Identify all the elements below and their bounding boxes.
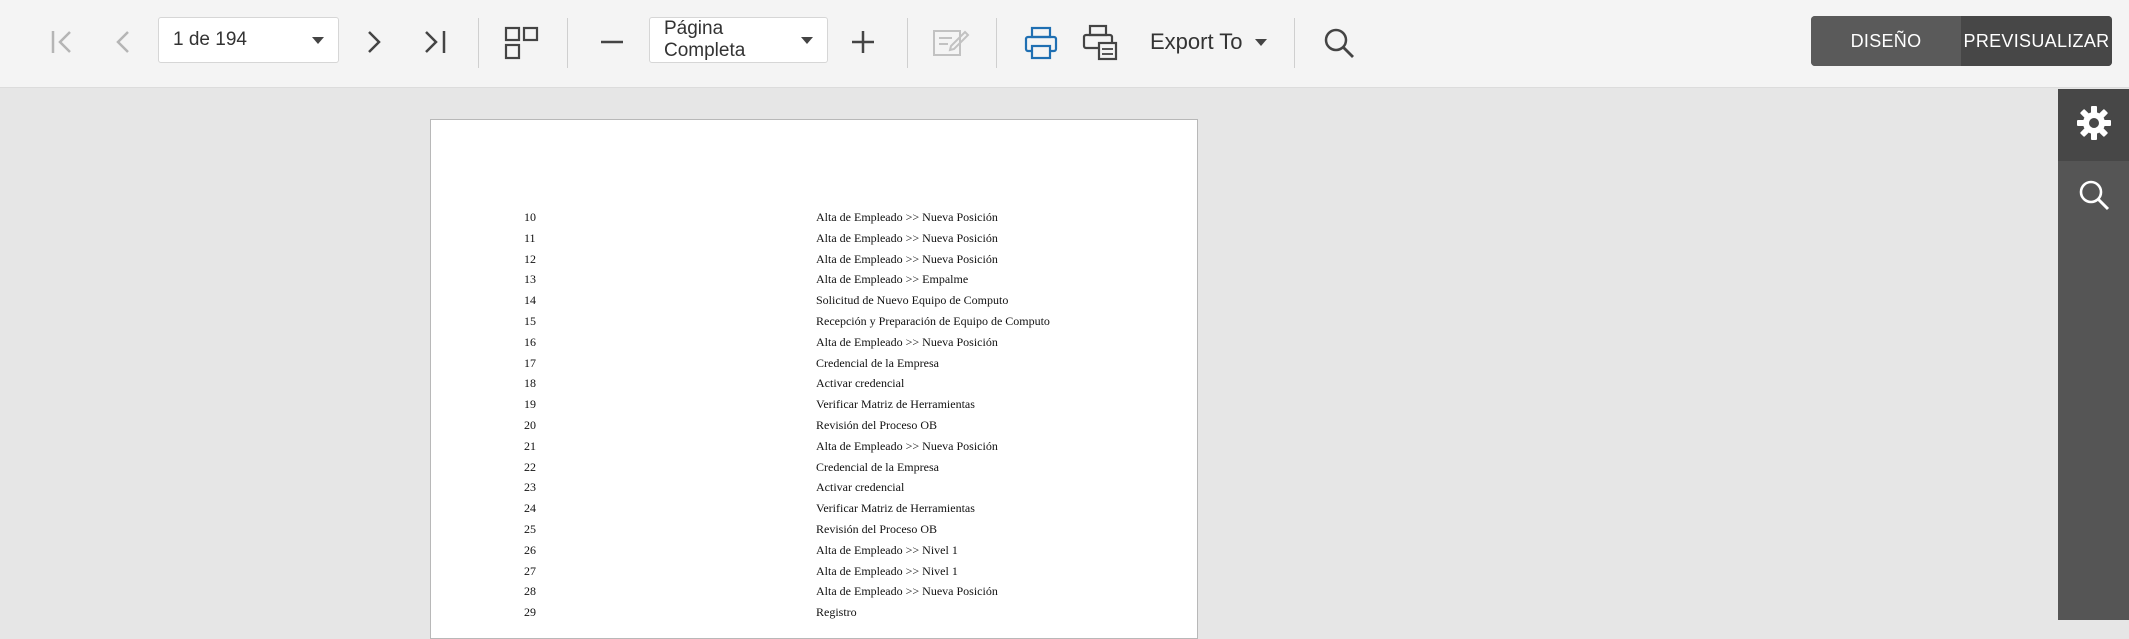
row-description: Recepción y Preparación de Equipo de Com… (816, 313, 1050, 328)
print-page-icon[interactable] (1079, 21, 1123, 65)
zoom-in-icon[interactable] (844, 22, 882, 62)
report-row: 22 Credencial de la Empresa (431, 460, 1197, 481)
chevron-down-icon (801, 36, 813, 44)
toolbar-separator (1294, 18, 1295, 68)
row-description: Alta de Empleado >> Nueva Posición (816, 251, 998, 266)
row-number: 26 (524, 542, 536, 557)
toolbar-separator (567, 18, 568, 68)
row-description: Registro (816, 605, 857, 620)
row-description: Alta de Empleado >> Nueva Posición (816, 584, 998, 599)
row-number: 13 (524, 272, 536, 287)
view-mode-toggle: DISEÑO PREVISUALIZAR (1811, 16, 2112, 66)
chevron-down-icon (1254, 38, 1267, 46)
row-description: Revisión del Proceso OB (816, 521, 937, 536)
report-row: 25 Revisión del Proceso OB (431, 522, 1197, 543)
zoom-selector[interactable]: Página Completa (649, 17, 828, 63)
side-panel (2058, 89, 2129, 620)
zoom-selector-value: Página Completa (664, 18, 746, 61)
row-number: 23 (524, 480, 536, 495)
report-row: 17 Credencial de la Empresa (431, 356, 1197, 377)
row-description: Verificar Matriz de Herramientas (816, 501, 975, 516)
report-rows: 10 Alta de Empleado >> Nueva Posición 11 Al… (431, 210, 1197, 626)
report-row: 19 Verificar Matriz de Herramientas (431, 397, 1197, 418)
report-row: 10 Alta de Empleado >> Nueva Posición (431, 210, 1197, 231)
report-row: 26 Alta de Empleado >> Nivel 1 (431, 543, 1197, 564)
row-number: 14 (524, 293, 536, 308)
edit-parameters-icon[interactable] (928, 22, 974, 64)
row-description: Credencial de la Empresa (816, 355, 939, 370)
report-row: 16 Alta de Empleado >> Nueva Posición (431, 335, 1197, 356)
row-number: 22 (524, 459, 536, 474)
report-row: 29 Registro (431, 605, 1197, 626)
row-description: Alta de Empleado >> Empalme (816, 272, 969, 287)
parameters-panel-button[interactable] (2058, 89, 2129, 161)
last-page-icon[interactable] (417, 22, 451, 62)
row-number: 11 (524, 230, 536, 245)
row-description: Alta de Empleado >> Nueva Posición (816, 210, 998, 224)
report-row: 13 Alta de Empleado >> Empalme (431, 272, 1197, 293)
toolbar-separator (478, 18, 479, 68)
report-row: 21 Alta de Empleado >> Nueva Posición (431, 439, 1197, 460)
page-selector[interactable]: 1 de 194 (158, 17, 339, 63)
report-row: 14 Solicitud de Nuevo Equipo de Computo (431, 293, 1197, 314)
next-page-icon[interactable] (359, 22, 389, 62)
print-icon[interactable] (1019, 21, 1063, 65)
export-label: Export To (1150, 29, 1243, 54)
row-description: Revisión del Proceso OB (816, 417, 937, 432)
page-selector-value: 1 de 194 (173, 29, 247, 50)
report-row: 18 Activar credencial (431, 376, 1197, 397)
row-number: 15 (524, 313, 536, 328)
preview-mode-button[interactable]: PREVISUALIZAR (1961, 16, 2112, 66)
row-number: 20 (524, 417, 536, 432)
search-icon[interactable] (1318, 22, 1360, 64)
report-row: 11 Alta de Empleado >> Nueva Posición (431, 231, 1197, 252)
row-number: 16 (524, 334, 536, 349)
row-description: Alta de Empleado >> Nueva Posición (816, 438, 998, 453)
row-description: Activar credencial (816, 480, 905, 495)
row-number: 21 (524, 438, 536, 453)
report-row: 28 Alta de Empleado >> Nueva Posición (431, 584, 1197, 605)
row-number: 24 (524, 501, 536, 516)
row-number: 27 (524, 563, 536, 578)
row-description: Alta de Empleado >> Nivel 1 (816, 563, 958, 578)
row-description: Alta de Empleado >> Nivel 1 (816, 542, 958, 557)
report-viewer-toolbar: 1 de 194 Página Completa Export To DISEÑ… (0, 0, 2129, 88)
row-description: Verificar Matriz de Herramientas (816, 397, 975, 412)
report-row: 23 Activar credencial (431, 480, 1197, 501)
previous-page-icon[interactable] (108, 22, 138, 62)
zoom-out-icon[interactable] (593, 22, 631, 62)
toolbar-separator (996, 18, 997, 68)
report-row: 12 Alta de Empleado >> Nueva Posición (431, 252, 1197, 273)
row-number: 18 (524, 376, 536, 391)
row-number: 19 (524, 397, 536, 412)
row-number: 28 (524, 584, 536, 599)
first-page-icon[interactable] (46, 22, 80, 62)
row-description: Credencial de la Empresa (816, 459, 939, 474)
row-description: Alta de Empleado >> Nueva Posición (816, 230, 998, 245)
gear-icon (2076, 105, 2112, 146)
row-description: Alta de Empleado >> Nueva Posición (816, 334, 998, 349)
row-number: 17 (524, 355, 536, 370)
row-number: 12 (524, 251, 536, 266)
thumbnails-icon[interactable] (500, 22, 544, 64)
design-mode-button[interactable]: DISEÑO (1811, 16, 1961, 66)
report-row: 20 Revisión del Proceso OB (431, 418, 1197, 439)
row-number: 10 (524, 210, 536, 224)
row-description: Activar credencial (816, 376, 905, 391)
row-description: Solicitud de Nuevo Equipo de Computo (816, 293, 1009, 308)
chevron-down-icon (312, 36, 324, 44)
search-panel-button[interactable] (2058, 161, 2129, 233)
row-number: 25 (524, 521, 536, 536)
report-page: 10 Alta de Empleado >> Nueva Posición 11 Al… (430, 119, 1198, 639)
row-number: 29 (524, 605, 536, 620)
report-row: 27 Alta de Empleado >> Nivel 1 (431, 564, 1197, 585)
search-icon (2077, 178, 2111, 217)
report-row: 24 Verificar Matriz de Herramientas (431, 501, 1197, 522)
toolbar-separator (907, 18, 908, 68)
export-dropdown[interactable]: Export To (1150, 20, 1267, 64)
report-row: 15 Recepción y Preparación de Equipo de C… (431, 314, 1197, 335)
